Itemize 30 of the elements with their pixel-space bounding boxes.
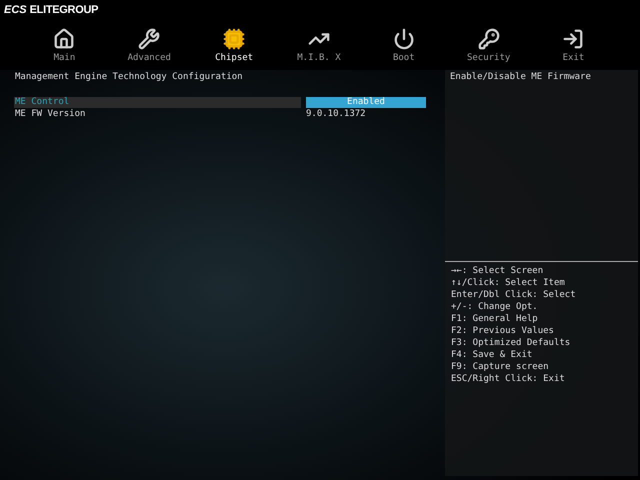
power-icon — [392, 28, 415, 50]
menu-tab[interactable]: Security — [450, 28, 527, 63]
menu-tab[interactable]: M.I.B. X — [280, 28, 357, 63]
key-help-line: F9: Capture screen — [451, 362, 550, 372]
exit-icon — [562, 28, 584, 50]
help-text: Enable/Disable ME Firmware — [450, 72, 591, 82]
key-help-line: F3: Optimized Defaults — [451, 338, 572, 348]
key-help-line: F1: General Help — [451, 314, 539, 324]
brand-logo: ECS — [4, 4, 27, 16]
menu-tab[interactable]: Boot — [366, 28, 442, 63]
setting-label[interactable]: ME FW Version — [14, 108, 301, 120]
menu-tab[interactable]: Chipset — [196, 28, 272, 63]
key-help-line: Enter/Dbl Click: Select — [451, 290, 577, 300]
menu-tab[interactable]: Main — [26, 28, 102, 63]
key-help-line: +/-: Change Opt. — [451, 302, 539, 312]
chip-icon — [223, 28, 246, 50]
section-title: Management Engine Technology Configuration — [15, 72, 244, 82]
key-icon — [478, 28, 500, 50]
house-icon — [53, 28, 76, 50]
key-help-line: →←: Select Screen — [451, 266, 544, 276]
wrench-icon — [138, 28, 160, 50]
menu-tab[interactable]: Exit — [535, 28, 612, 63]
key-help-line: F4: Save & Exit — [451, 350, 534, 360]
key-help-line: ESC/Right Click: Exit — [451, 374, 566, 384]
setting-label[interactable]: ME Control — [14, 96, 301, 108]
setting-value: 9.0.10.1372 — [306, 108, 367, 120]
key-help-line: ↑↓/Click: Select Item — [451, 278, 566, 288]
brand-name: ELITEGROUP — [30, 4, 98, 16]
key-help-line: F2: Previous Values — [451, 326, 555, 336]
menu-tab[interactable]: Advanced — [111, 28, 188, 63]
